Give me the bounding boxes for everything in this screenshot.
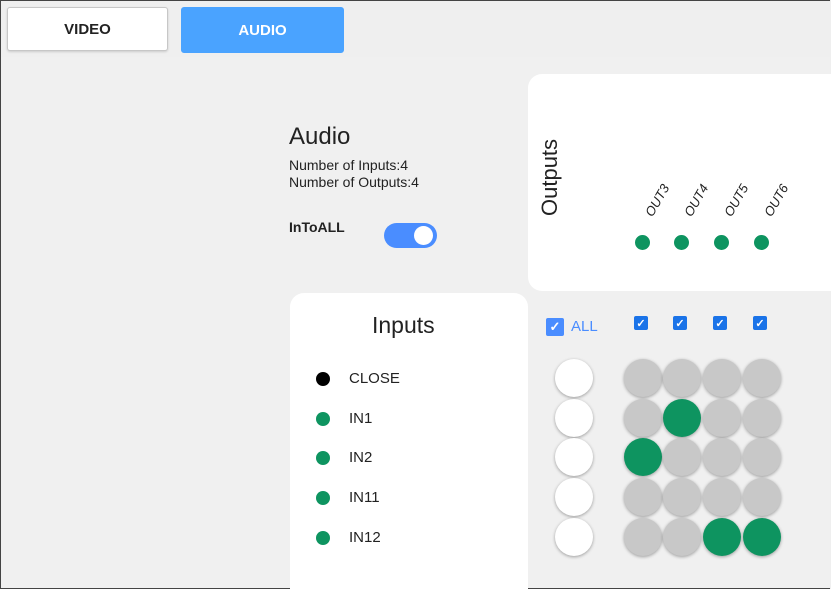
output-column-checkbox[interactable]: ✓ xyxy=(713,316,727,330)
input-row: CLOSE xyxy=(316,370,400,387)
inputs-count: Number of Inputs:4 xyxy=(289,157,409,173)
input-label: IN1 xyxy=(349,410,373,427)
output-column-checkbox[interactable]: ✓ xyxy=(753,316,767,330)
tab-video[interactable]: VIDEO xyxy=(7,7,168,51)
all-label[interactable]: ALL xyxy=(571,318,598,335)
output-column-checkbox[interactable]: ✓ xyxy=(634,316,648,330)
input-status-dot xyxy=(316,530,330,545)
inputs-title: Inputs xyxy=(372,312,435,338)
row-select-button[interactable] xyxy=(555,518,593,556)
input-label: CLOSE xyxy=(349,370,400,387)
into-all-label: InToALL xyxy=(289,219,345,235)
input-row: IN2 xyxy=(316,449,372,466)
matrix-cell[interactable] xyxy=(703,399,741,437)
input-label: IN12 xyxy=(349,529,381,546)
matrix-cell[interactable] xyxy=(624,438,662,476)
matrix-cell[interactable] xyxy=(624,478,662,516)
matrix-cell[interactable] xyxy=(624,359,662,397)
matrix-cell[interactable] xyxy=(703,518,741,556)
into-all-toggle[interactable] xyxy=(384,223,437,248)
output-status-dot xyxy=(635,235,650,250)
matrix-cell[interactable] xyxy=(743,478,781,516)
matrix-cell[interactable] xyxy=(663,478,701,516)
page-title: Audio xyxy=(289,123,351,150)
into-all-row: InToALL xyxy=(289,219,437,248)
matrix-cell[interactable] xyxy=(663,438,701,476)
matrix-cell[interactable] xyxy=(703,359,741,397)
input-row: IN1 xyxy=(316,410,372,427)
input-status-dot xyxy=(316,371,330,386)
matrix-cell[interactable] xyxy=(624,399,662,437)
row-select-button[interactable] xyxy=(555,399,593,437)
outputs-card xyxy=(528,74,831,291)
audio-info: Audio Number of Inputs:4 Number of Outpu… xyxy=(289,124,419,191)
matrix-cell[interactable] xyxy=(743,359,781,397)
input-row: IN12 xyxy=(316,529,381,546)
all-checkbox[interactable]: ✓ xyxy=(546,318,564,336)
matrix-cell[interactable] xyxy=(663,399,701,437)
input-label: IN11 xyxy=(349,489,380,506)
matrix-cell[interactable] xyxy=(703,478,741,516)
outputs-title: Outputs xyxy=(537,138,562,216)
output-status-dot xyxy=(674,235,689,250)
output-status-dot xyxy=(714,235,729,250)
input-status-dot xyxy=(316,490,330,505)
matrix-cell[interactable] xyxy=(743,438,781,476)
input-label: IN2 xyxy=(349,449,373,466)
tab-audio[interactable]: AUDIO xyxy=(181,7,344,53)
row-select-button[interactable] xyxy=(555,438,593,476)
input-status-dot xyxy=(316,411,330,426)
input-row: IN11 xyxy=(316,489,380,506)
matrix-cell[interactable] xyxy=(743,518,781,556)
matrix-cell[interactable] xyxy=(703,438,741,476)
row-select-button[interactable] xyxy=(555,359,593,397)
matrix-cell[interactable] xyxy=(663,359,701,397)
output-status-dot xyxy=(754,235,769,250)
matrix-cell[interactable] xyxy=(743,399,781,437)
output-column-checkbox[interactable]: ✓ xyxy=(673,316,687,330)
row-select-button[interactable] xyxy=(555,478,593,516)
matrix-cell[interactable] xyxy=(663,518,701,556)
outputs-count: Number of Outputs:4 xyxy=(289,174,419,190)
input-status-dot xyxy=(316,450,330,465)
toggle-knob xyxy=(414,226,433,245)
matrix-cell[interactable] xyxy=(624,518,662,556)
